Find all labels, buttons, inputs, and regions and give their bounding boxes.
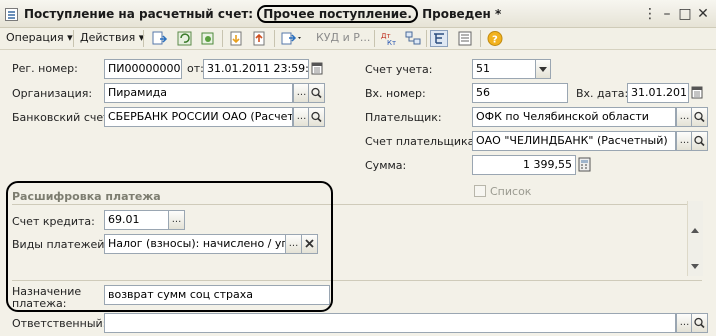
toolbar-separator (374, 30, 375, 47)
maximize-icon[interactable]: □ (677, 6, 693, 22)
close-icon[interactable]: ✕ (695, 6, 711, 22)
responsible-label: Ответственный: (12, 317, 107, 330)
copy-document-icon[interactable] (199, 30, 217, 47)
window-title: Поступление на расчетный счет: Прочее по… (24, 5, 502, 23)
toolbar-separator (274, 30, 275, 47)
toolbar-separator (73, 30, 74, 47)
payer-account-field[interactable]: ОАО "ЧЕЛИНДБАНК" (Расчетный) (472, 131, 676, 151)
organization-search-icon[interactable] (308, 83, 325, 103)
toolbar-separator (222, 30, 223, 47)
form-scrollbar[interactable] (687, 201, 703, 276)
list-checkbox[interactable] (474, 185, 486, 197)
reg-number-label: Рег. номер: (12, 62, 78, 75)
payer-search-icon[interactable] (691, 107, 708, 127)
payer-label: Плательщик: (365, 111, 442, 124)
sum-label: Сумма: (365, 159, 407, 172)
annotation-oval (6, 181, 333, 312)
incoming-date-field[interactable]: 31.01.2011 (627, 83, 689, 103)
responsible-field[interactable] (104, 313, 676, 333)
bank-account-field[interactable]: СБЕРБАНК РОССИИ ОАО (Расчетны (104, 107, 293, 127)
account-label: Счет учета: (365, 63, 433, 76)
debit-credit-icon[interactable]: Дт Кт (380, 30, 398, 47)
document-date-field[interactable]: 31.01.2011 23:59:59 (203, 59, 309, 79)
incoming-date-label: Вх. дата: (576, 87, 629, 100)
toolbar-separator (143, 30, 144, 47)
account-dropdown-icon[interactable] (535, 59, 551, 79)
menu-icon[interactable]: ⋮ (642, 6, 658, 22)
bank-account-label: Банковский счет: (12, 111, 114, 124)
list-label: Список (490, 185, 532, 198)
responsible-search-icon[interactable] (691, 313, 708, 333)
account-field[interactable]: 51 (472, 59, 536, 79)
kudir-button[interactable]: КУД и Р... (316, 31, 370, 44)
calendar-icon[interactable] (311, 61, 323, 76)
scroll-up-icon[interactable] (691, 228, 699, 233)
incoming-date-calendar-icon[interactable] (691, 85, 703, 100)
payer-field[interactable]: ОФК по Челябинской области (472, 107, 676, 127)
go-to-icon[interactable] (280, 30, 301, 47)
date-from-label: от: (187, 62, 204, 75)
title-suffix: Проведен * (417, 7, 502, 21)
operation-menu-button[interactable]: Операция ▾ (6, 31, 73, 44)
bank-account-search-icon[interactable] (308, 107, 325, 127)
svg-text:?: ? (492, 35, 498, 46)
svg-text:Кт: Кт (387, 39, 396, 47)
calculator-icon[interactable] (578, 157, 592, 173)
organization-field[interactable]: Пирамида (104, 83, 293, 103)
post-document-icon[interactable] (151, 30, 169, 47)
help-icon[interactable]: ? (486, 30, 504, 47)
minimize-icon[interactable]: – (659, 6, 675, 22)
reg-number-field[interactable]: ПИ000000006 (104, 59, 182, 79)
structure-icon[interactable] (404, 30, 422, 47)
document-up-icon[interactable] (251, 30, 269, 47)
actions-menu-button[interactable]: Действия ▾ (80, 31, 144, 44)
document-down-icon[interactable] (228, 30, 246, 47)
document-icon (5, 8, 18, 21)
sum-field[interactable]: 1 399,55 (472, 155, 576, 175)
incoming-number-field[interactable]: 56 (472, 83, 568, 103)
scroll-down-icon[interactable] (691, 264, 699, 269)
title-highlight: Прочее поступление. (257, 5, 418, 23)
incoming-number-label: Вх. номер: (365, 87, 426, 100)
list-view-icon[interactable] (456, 30, 474, 47)
title-prefix: Поступление на расчетный счет: (24, 7, 258, 21)
payer-account-search-icon[interactable] (691, 131, 708, 151)
hierarchy-icon[interactable] (430, 30, 448, 47)
organization-label: Организация: (12, 87, 93, 100)
toolbar-separator (426, 30, 427, 47)
payer-account-label: Счет плательщика: (365, 135, 479, 148)
toolbar-separator (480, 30, 481, 47)
refresh-icon[interactable] (176, 30, 194, 47)
